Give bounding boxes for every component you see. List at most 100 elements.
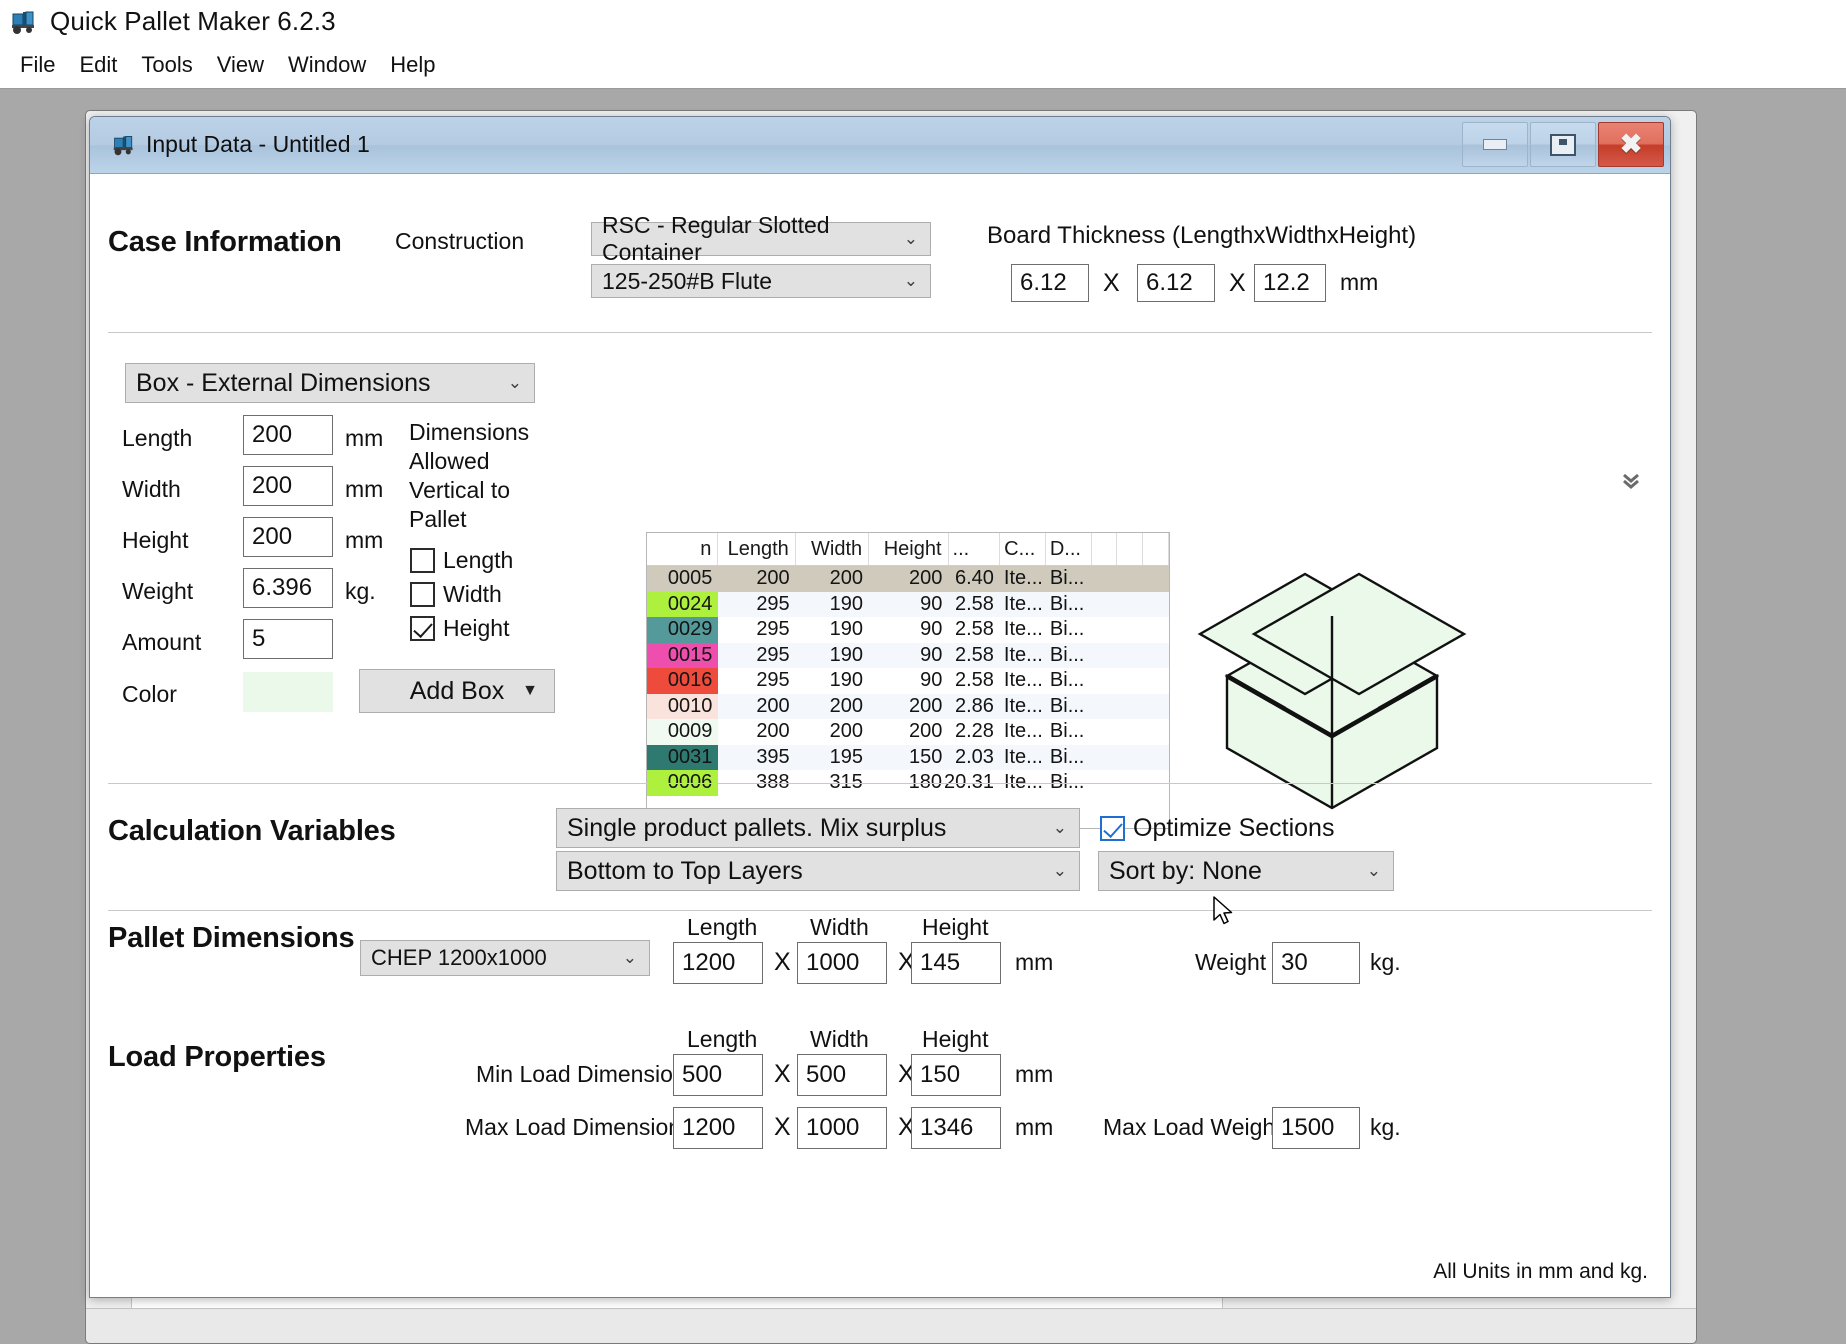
table-row[interactable]: 0016 295 190 90 2.58 Ite... Bi... <box>647 668 1169 694</box>
cell-n: 0016 <box>647 668 719 694</box>
table-row[interactable]: 0005 200 200 200 6.40 Ite... Bi... <box>647 566 1169 592</box>
menu-item-file[interactable]: File <box>8 50 67 80</box>
minimize-button[interactable] <box>1462 122 1528 167</box>
table-header-empty-3[interactable] <box>1143 533 1169 565</box>
optimize-sections-checkbox[interactable] <box>1100 816 1125 841</box>
cell-d: Bi... <box>1049 720 1085 743</box>
minimize-icon <box>1483 139 1507 150</box>
table-row[interactable]: 0029 295 190 90 2.58 Ite... Bi... <box>647 617 1169 643</box>
box-color-swatch[interactable] <box>243 672 333 712</box>
cell-n: 0029 <box>647 617 719 643</box>
board-thickness-height-input[interactable]: 12.2 <box>1254 264 1326 302</box>
allowed-length-checkbox[interactable] <box>410 548 435 573</box>
cell-width: 190 <box>829 643 864 666</box>
table-header-c[interactable]: C... <box>1000 533 1046 565</box>
box-list-table[interactable]: n Length Width Height ... C... D... 0005… <box>646 532 1170 829</box>
max-sep-1: X <box>774 1113 791 1141</box>
board-thickness-length-input[interactable]: 6.12 <box>1011 264 1089 302</box>
min-load-length-input[interactable]: 500 <box>673 1054 763 1096</box>
optimize-sections-row[interactable]: Optimize Sections <box>1100 814 1334 843</box>
table-row[interactable]: 0009 200 200 200 2.28 Ite... Bi... <box>647 719 1169 745</box>
menu-bar: File Edit Tools View Window Help <box>8 50 448 80</box>
flute-select-value: 125-250#B Flute <box>602 267 773 294</box>
cell-height: 150 <box>908 745 943 768</box>
caret-down-icon[interactable]: ▼ <box>522 682 538 700</box>
cell-d: Bi... <box>1049 567 1085 590</box>
calculation-mode-select[interactable]: Single product pallets. Mix surplus ⌄ <box>556 808 1080 848</box>
min-sep-1: X <box>774 1060 791 1088</box>
allowed-length-row[interactable]: Length <box>410 547 513 574</box>
dialog-titlebar[interactable]: Input Data - Untitled 1 ✖ <box>90 117 1670 174</box>
cell-c: Ite... <box>1003 592 1043 615</box>
max-load-length-input[interactable]: 1200 <box>673 1107 763 1149</box>
forklift-icon <box>10 8 38 36</box>
units-footnote: All Units in mm and kg. <box>1433 1260 1648 1283</box>
cell-empty-1 <box>1092 566 1118 592</box>
cell-empty-3 <box>1143 617 1169 643</box>
pallet-length-input[interactable]: 1200 <box>673 942 763 984</box>
cell-c: Ite... <box>1003 720 1043 743</box>
pallet-weight-input[interactable]: 30 <box>1272 942 1360 984</box>
cell-width: 200 <box>829 567 864 590</box>
cell-c: Ite... <box>1003 745 1043 768</box>
menu-item-edit[interactable]: Edit <box>67 50 129 80</box>
cell-width: 190 <box>829 669 864 692</box>
menu-item-tools[interactable]: Tools <box>129 50 204 80</box>
table-header-n[interactable]: n <box>647 533 719 565</box>
table-row[interactable]: 0031 395 195 150 2.03 Ite... Bi... <box>647 744 1169 770</box>
table-row[interactable]: 0015 295 190 90 2.58 Ite... Bi... <box>647 642 1169 668</box>
box-height-input[interactable]: 200 <box>243 517 333 557</box>
min-load-width-input[interactable]: 500 <box>797 1054 887 1096</box>
close-button[interactable]: ✖ <box>1598 122 1664 167</box>
menu-item-view[interactable]: View <box>205 50 276 80</box>
construction-select[interactable]: RSC - Regular Slotted Container ⌄ <box>591 212 931 265</box>
cell-length: 200 <box>756 720 790 743</box>
min-load-height-input[interactable]: 150 <box>911 1054 1001 1096</box>
allowed-width-checkbox[interactable] <box>410 582 435 607</box>
flute-select[interactable]: 125-250#B Flute ⌄ <box>591 264 931 298</box>
menu-item-window[interactable]: Window <box>276 50 378 80</box>
pallet-preset-select[interactable]: CHEP 1200x1000 ⌄ <box>360 940 650 976</box>
board-sep-1: X <box>1103 269 1120 297</box>
table-row[interactable]: 0024 295 190 90 2.58 Ite... Bi... <box>647 591 1169 618</box>
menu-item-help[interactable]: Help <box>378 50 447 80</box>
allowed-width-row[interactable]: Width <box>410 581 502 608</box>
table-header-height[interactable]: Height <box>869 533 949 565</box>
allowed-height-checkbox[interactable] <box>410 616 435 641</box>
box-width-input[interactable]: 200 <box>243 466 333 506</box>
layer-order-select[interactable]: Bottom to Top Layers ⌄ <box>556 851 1080 891</box>
table-header-d[interactable]: D... <box>1046 533 1092 565</box>
pallet-weight-unit: kg. <box>1370 949 1401 975</box>
table-header-dots[interactable]: ... <box>949 533 1001 565</box>
box-weight-unit: kg. <box>345 578 376 604</box>
max-load-height-input[interactable]: 1346 <box>911 1107 1001 1149</box>
table-row[interactable]: 0010 200 200 200 2.86 Ite... Bi... <box>647 693 1169 720</box>
chevron-down-icon: ⌄ <box>903 271 918 290</box>
box-weight-input[interactable]: 6.396 <box>243 568 333 608</box>
pallet-width-input[interactable]: 1000 <box>797 942 887 984</box>
allowed-height-row[interactable]: Height <box>410 615 509 642</box>
divider-calc-pallet <box>108 910 1652 911</box>
restore-icon <box>1550 133 1576 156</box>
box-length-input[interactable]: 200 <box>243 415 333 455</box>
cell-height: 90 <box>920 669 943 692</box>
max-load-unit: mm <box>1015 1114 1054 1140</box>
table-header-width[interactable]: Width <box>796 533 870 565</box>
add-box-button[interactable]: Add Box ▼ <box>359 669 555 713</box>
max-load-width-input[interactable]: 1000 <box>797 1107 887 1149</box>
cell-length: 295 <box>756 592 790 615</box>
cell-empty-1 <box>1092 694 1118 720</box>
expand-panel-button[interactable] <box>1620 470 1642 492</box>
cell-empty-3 <box>1143 566 1169 592</box>
pallet-height-input[interactable]: 145 <box>911 942 1001 984</box>
box-mode-select[interactable]: Box - External Dimensions ⌄ <box>125 363 535 403</box>
sort-by-select[interactable]: Sort by: None ⌄ <box>1098 851 1394 891</box>
table-header-empty-1[interactable] <box>1092 533 1118 565</box>
box-amount-input[interactable]: 5 <box>243 619 333 659</box>
board-thickness-width-input[interactable]: 6.12 <box>1137 264 1215 302</box>
cell-empty-1 <box>1092 592 1118 618</box>
max-load-weight-input[interactable]: 1500 <box>1272 1107 1360 1149</box>
table-header-empty-2[interactable] <box>1117 533 1144 565</box>
restore-button[interactable] <box>1530 122 1596 167</box>
table-header-length[interactable]: Length <box>718 533 796 565</box>
